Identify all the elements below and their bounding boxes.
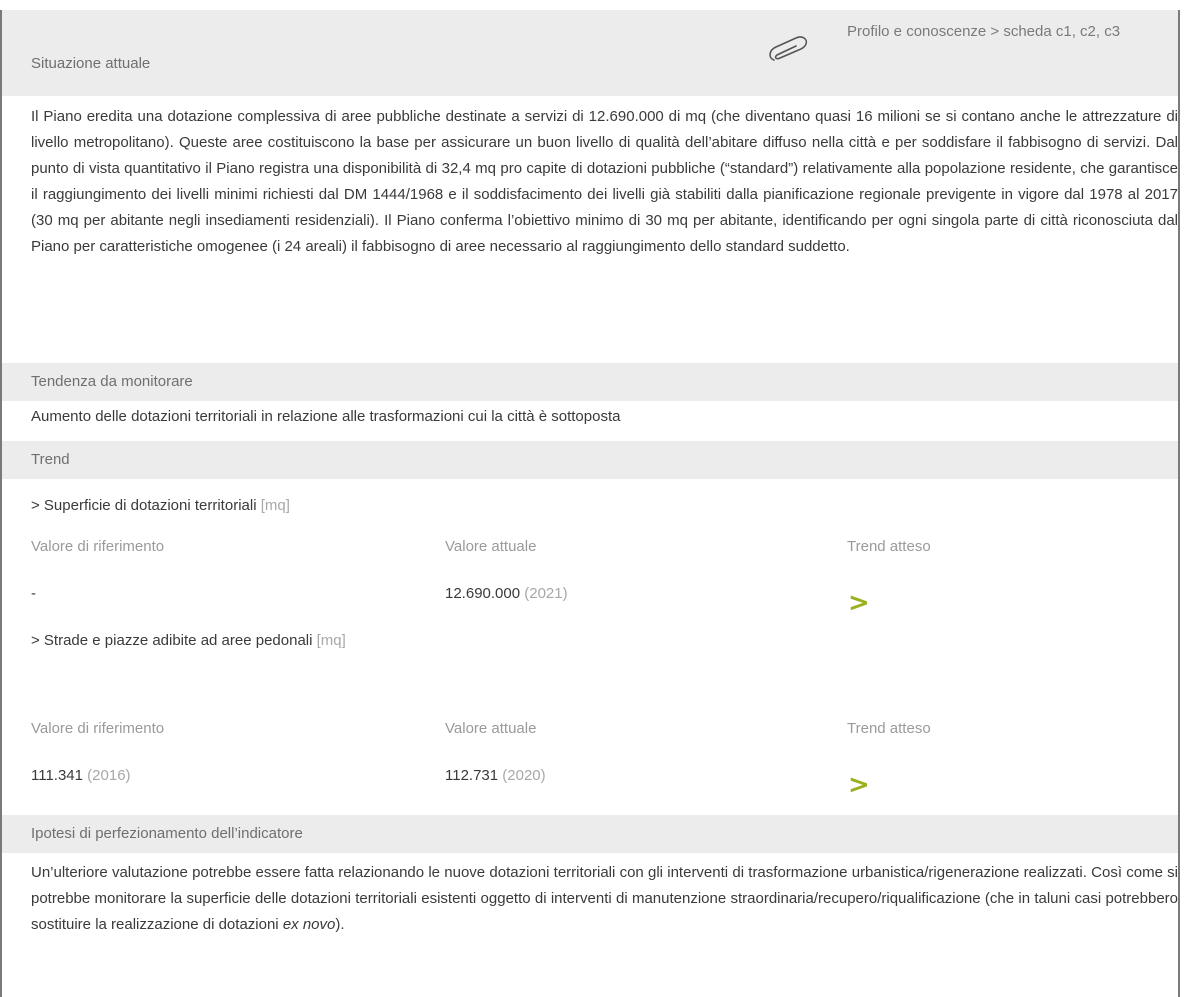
situazione-paragraph: Il Piano eredita una dotazione complessi… <box>31 108 1178 255</box>
indicator-unit: [mq] <box>316 632 346 649</box>
section-title-ipotesi: Ipotesi di perfezionamento dell’indicato… <box>31 825 303 842</box>
reference-link[interactable]: Profilo e conoscenze > scheda c1, c2, c3 <box>847 19 1167 45</box>
section-header-situazione: Situazione attuale Profilo e conoscenze … <box>2 10 1178 96</box>
ref-value: 111.341 (2016) <box>31 767 131 784</box>
indicator-sheet: Situazione attuale Profilo e conoscenze … <box>0 10 1180 997</box>
section-header-trend: Trend <box>2 441 1178 479</box>
cur-value: 12.690.000 (2021) <box>445 585 568 602</box>
cur-value-label: Valore attuale <box>445 720 537 737</box>
chevron-right-icon: > <box>848 770 870 800</box>
ref-value-label: Valore di riferimento <box>31 538 165 555</box>
paperclip-icon[interactable] <box>766 30 812 70</box>
cur-value: 112.731 (2020) <box>445 767 546 784</box>
tendenza-text: Aumento delle dotazioni territoriali in … <box>31 408 621 425</box>
indicator-title: > Strade e piazze adibite ad aree pedona… <box>31 632 346 649</box>
section-title-tendenza: Tendenza da monitorare <box>31 373 193 390</box>
indicator-unit: [mq] <box>260 497 290 514</box>
ipotesi-paragraph: Un’ulteriore valutazione potrebbe essere… <box>31 864 1178 933</box>
section-header-tendenza: Tendenza da monitorare <box>2 363 1178 401</box>
chevron-right-icon: > <box>848 588 870 618</box>
cur-value-label: Valore attuale <box>445 538 537 555</box>
indicator-title: > Superficie di dotazioni territoriali [… <box>31 497 290 514</box>
expected-trend-label: Trend atteso <box>847 538 931 555</box>
section-header-ipotesi: Ipotesi di perfezionamento dell’indicato… <box>2 815 1178 853</box>
section-title-trend: Trend <box>31 451 70 468</box>
section-title-situazione: Situazione attuale <box>31 55 151 72</box>
expected-trend-label: Trend atteso <box>847 720 931 737</box>
ref-value-label: Valore di riferimento <box>31 720 165 737</box>
ref-value: - <box>31 585 36 602</box>
